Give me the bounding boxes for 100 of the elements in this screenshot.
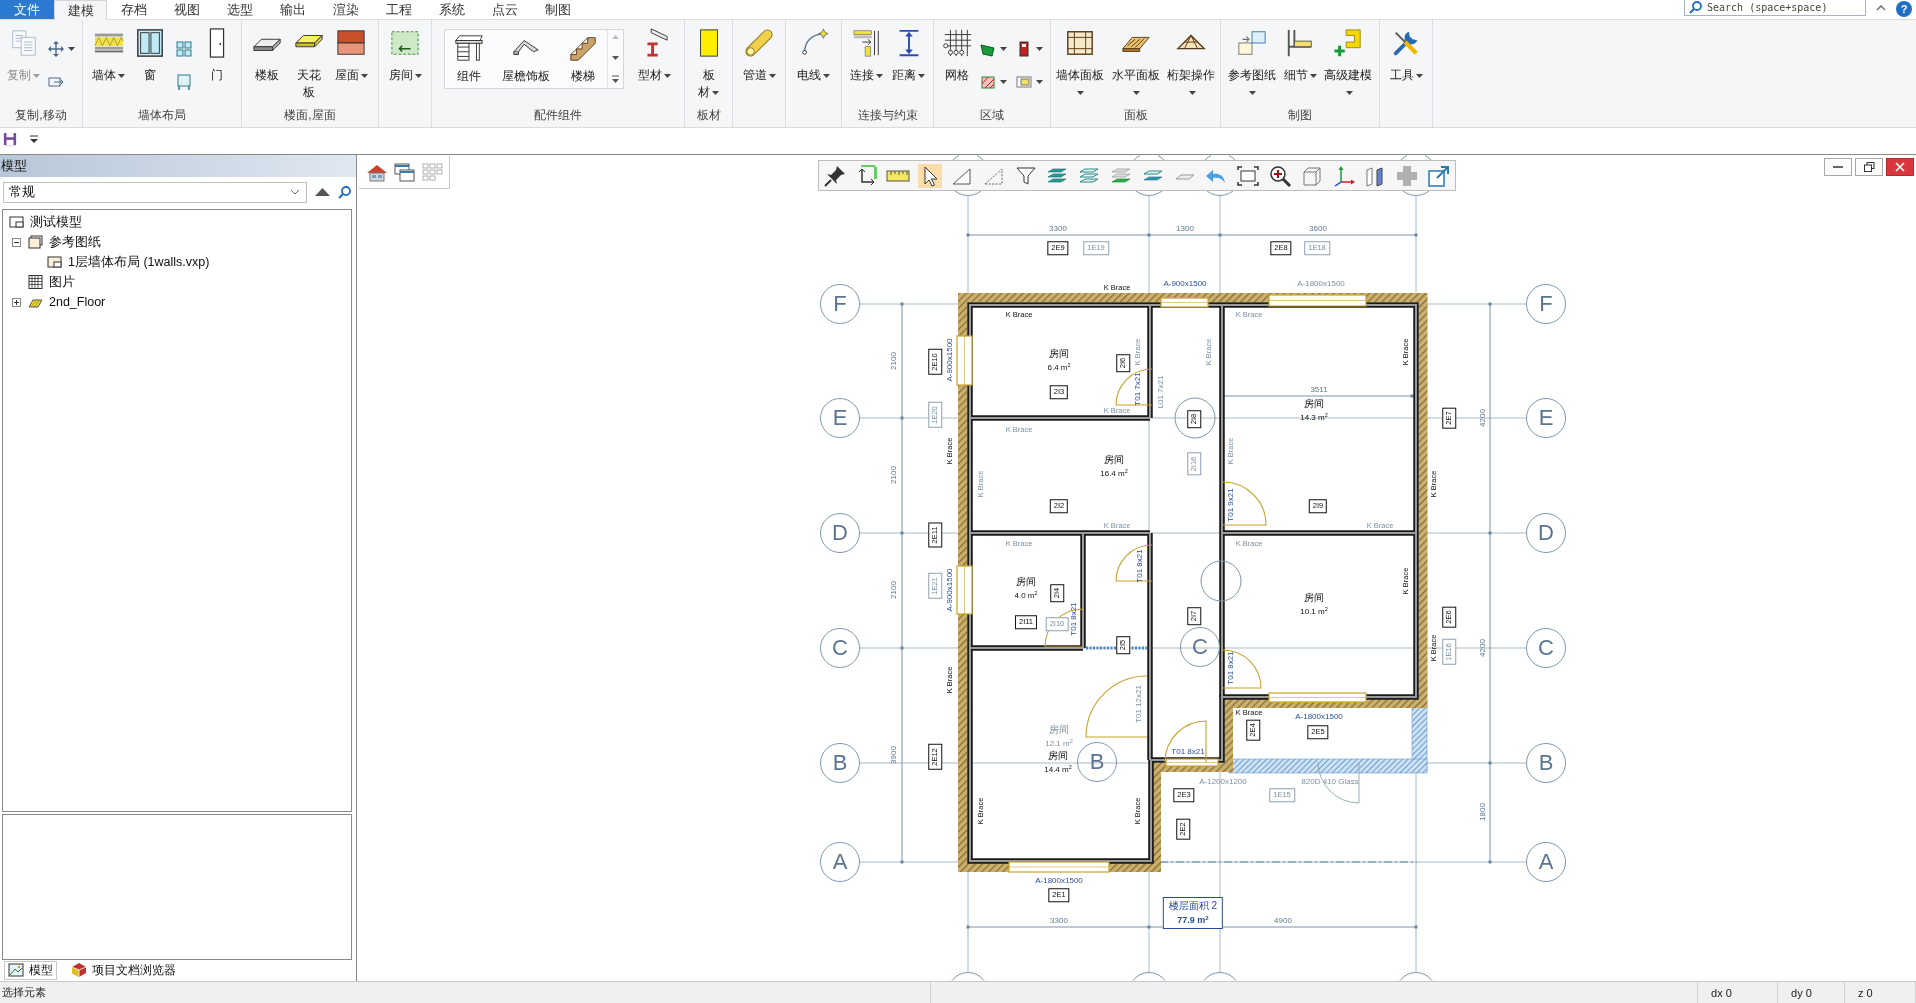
group-label: 板材 bbox=[696, 107, 721, 124]
customize-dropdown-icon[interactable] bbox=[29, 135, 39, 143]
roof-icon bbox=[336, 28, 367, 58]
ribbon-button[interactable]: 距离 bbox=[891, 26, 926, 86]
windows-icon[interactable] bbox=[394, 162, 415, 182]
tree-item[interactable]: 1层墙体布局 (1walls.vxp) bbox=[47, 253, 212, 271]
menu-tab[interactable]: 选型 bbox=[213, 0, 266, 19]
ribbon-button[interactable]: 门 bbox=[200, 26, 233, 86]
save-icon[interactable] bbox=[3, 132, 17, 146]
menu-tab[interactable]: 存档 bbox=[107, 0, 160, 19]
join-icon bbox=[851, 28, 882, 58]
chevron-up-icon[interactable] bbox=[1876, 4, 1886, 11]
minus-box-icon[interactable] bbox=[12, 237, 21, 247]
ribbon-button[interactable]: 窗 bbox=[134, 26, 167, 86]
status-message: 选择元素 bbox=[2, 985, 46, 1000]
scroll-down-icon[interactable] bbox=[611, 54, 621, 61]
panel-tab[interactable]: 模型 bbox=[4, 960, 57, 980]
ribbon-button[interactable]: 工具 bbox=[1388, 26, 1424, 86]
menu-tab[interactable]: 点云 bbox=[478, 0, 531, 19]
menu-tab[interactable]: 制图 bbox=[531, 0, 584, 19]
triangle-up-icon[interactable] bbox=[315, 187, 330, 197]
pipe-icon bbox=[744, 28, 774, 58]
panel-frame-icon bbox=[1064, 28, 1095, 58]
panel-tab[interactable]: 项目文档浏览器 bbox=[67, 960, 180, 980]
search-field[interactable]: Search (space+space) bbox=[1684, 0, 1866, 16]
stacked-sheets-icon bbox=[28, 235, 43, 249]
dashed-room-icon bbox=[390, 28, 420, 58]
group-label: 制图 bbox=[1288, 107, 1312, 124]
desk-icon bbox=[454, 33, 485, 63]
ribbon-button[interactable] bbox=[47, 40, 76, 58]
window-icon bbox=[135, 28, 166, 58]
chevron-down-icon bbox=[290, 189, 300, 195]
pin-icon[interactable] bbox=[822, 163, 847, 188]
sheet-icon bbox=[9, 215, 24, 229]
frame-stand-icon bbox=[175, 74, 192, 90]
ribbon-button[interactable]: 高级建模 bbox=[1321, 26, 1376, 103]
panel-title: 模型 bbox=[0, 155, 356, 177]
help-button[interactable]: ? bbox=[1896, 1, 1912, 17]
menu-tab[interactable]: 工程 bbox=[372, 0, 425, 19]
tree-item[interactable]: 测试模型 bbox=[9, 213, 84, 231]
group-label: 面板 bbox=[1123, 107, 1148, 124]
ribbon-button[interactable]: 天花板 bbox=[292, 26, 325, 103]
ribbon-button[interactable]: 屋面 bbox=[333, 26, 369, 86]
sheet-icon bbox=[47, 255, 62, 269]
close-icon bbox=[1895, 162, 1905, 172]
ribbon-button[interactable]: 板材 bbox=[692, 26, 725, 103]
plus-box-icon[interactable] bbox=[12, 297, 21, 307]
group-label: 配件组件 bbox=[534, 107, 582, 124]
restore-icon bbox=[1863, 162, 1875, 172]
ribbon-button[interactable]: 房间 bbox=[387, 26, 423, 86]
minimize-button[interactable] bbox=[1824, 158, 1852, 176]
status-field: dy 0 bbox=[1791, 986, 1812, 999]
search-icon bbox=[1689, 1, 1702, 14]
wall-section-icon bbox=[1285, 28, 1315, 58]
polygon-icon bbox=[980, 41, 996, 57]
ribbon-button[interactable]: 楼板 bbox=[251, 26, 284, 86]
restore-button[interactable] bbox=[1855, 158, 1883, 176]
ribbon-button[interactable]: 参考图纸 bbox=[1224, 26, 1279, 103]
filter-dropdown[interactable]: 常规 bbox=[3, 181, 307, 203]
status-field: dx 0 bbox=[1711, 986, 1732, 999]
ribbon-button[interactable] bbox=[1014, 73, 1044, 91]
menu-tab[interactable]: 系统 bbox=[425, 0, 478, 19]
minimize-icon bbox=[1833, 166, 1843, 168]
menu-tab[interactable]: 文件 bbox=[0, 0, 54, 19]
move-icon bbox=[48, 41, 64, 57]
house-icon[interactable] bbox=[365, 162, 388, 182]
ribbon-button[interactable]: 电线 bbox=[796, 26, 831, 86]
tiles-icon[interactable] bbox=[421, 163, 443, 181]
ribbon-button[interactable]: 桁架操作 bbox=[1164, 26, 1219, 103]
picture-icon bbox=[8, 962, 24, 978]
window-grid-icon bbox=[175, 41, 192, 57]
tree-item[interactable]: 图片 bbox=[28, 273, 77, 291]
gallery-item[interactable]: 屋檐饰板 bbox=[493, 30, 560, 88]
group-label: 区域 bbox=[980, 107, 1004, 124]
add-shape-icon bbox=[1333, 28, 1364, 58]
gallery-item[interactable]: 楼梯 bbox=[559, 30, 608, 88]
tree-item[interactable]: 参考图纸 bbox=[28, 233, 103, 251]
gallery-item[interactable]: 组件 bbox=[445, 30, 494, 88]
search-icon[interactable] bbox=[338, 185, 351, 199]
ribbon-button[interactable]: 管道 bbox=[741, 26, 777, 86]
ribbon-button[interactable]: 连接 bbox=[849, 26, 884, 86]
menu-tab[interactable]: 视图 bbox=[160, 0, 213, 19]
close-button[interactable] bbox=[1886, 158, 1914, 176]
ribbon-button[interactable]: 墙体面板 bbox=[1052, 26, 1107, 103]
grid-icon bbox=[941, 28, 972, 58]
ribbon-button[interactable]: 水平面板 bbox=[1108, 26, 1163, 103]
group-label: 复制,移动 bbox=[15, 107, 67, 124]
ribbon-button[interactable]: 墙体 bbox=[91, 26, 127, 86]
status-field: z 0 bbox=[1858, 986, 1873, 999]
menu-tab[interactable]: 输出 bbox=[266, 0, 319, 19]
ribbon-button[interactable] bbox=[979, 73, 1008, 91]
more-icon[interactable] bbox=[611, 75, 621, 84]
ribbon-button[interactable]: 网格 bbox=[940, 26, 973, 86]
tree-item[interactable]: 2nd_Floor bbox=[28, 295, 108, 309]
ribbon-button[interactable]: 型材 bbox=[636, 26, 672, 86]
menu-tab[interactable]: 渲染 bbox=[319, 0, 372, 19]
table-grid-icon bbox=[28, 275, 43, 289]
ribbon-button[interactable]: 细节 bbox=[1282, 26, 1318, 86]
menu-tab[interactable]: 建模 bbox=[54, 0, 107, 20]
area-frame-icon bbox=[1015, 74, 1032, 90]
